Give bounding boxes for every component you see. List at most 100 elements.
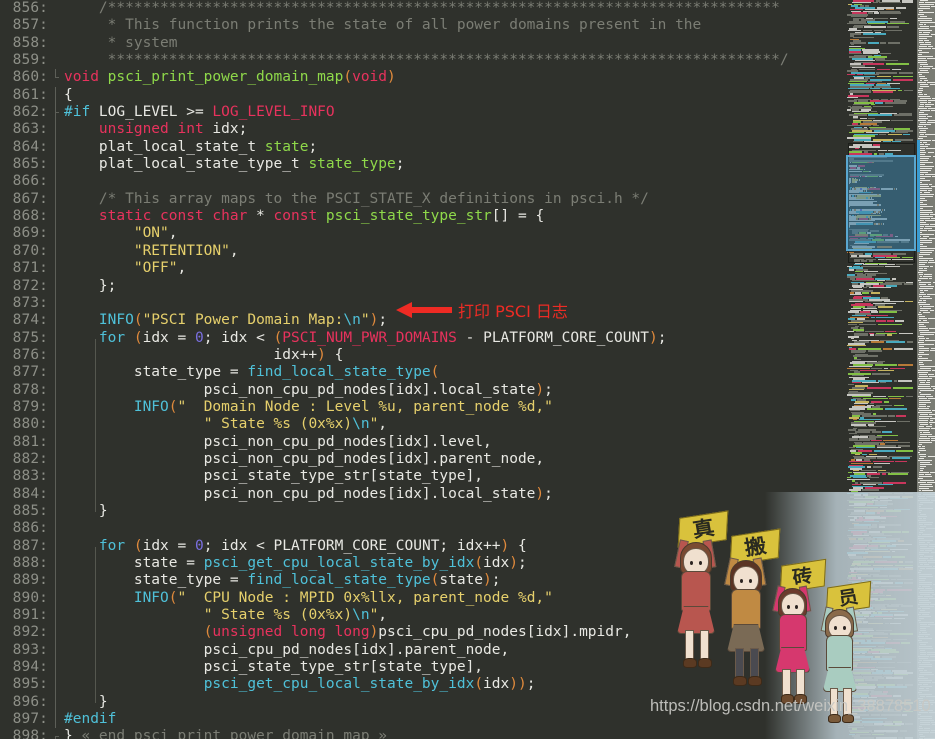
code-text[interactable]: /***************************************… xyxy=(61,0,845,17)
code-line[interactable]: 895: psci_get_cpu_local_state_by_idx(idx… xyxy=(0,676,845,694)
fold-marker-column[interactable] xyxy=(52,156,61,174)
code-text[interactable]: "OFF", xyxy=(61,260,845,277)
code-line[interactable]: 883: psci_state_type_str[state_type], xyxy=(0,468,845,486)
code-text[interactable]: psci_non_cpu_pd_nodes[idx].local_state); xyxy=(61,381,845,399)
fold-marker-column[interactable] xyxy=(52,346,61,365)
fold-marker-column[interactable] xyxy=(52,537,61,555)
code-line[interactable]: 879: INFO(" Domain Node : Level %u, pare… xyxy=(0,398,845,417)
fold-marker-column[interactable] xyxy=(52,0,61,18)
code-text[interactable]: } xyxy=(61,693,845,711)
code-text[interactable]: ****************************************… xyxy=(61,52,845,69)
code-line[interactable]: 881: psci_non_cpu_pd_nodes[idx].level, xyxy=(0,433,845,451)
fold-marker-column[interactable] xyxy=(52,34,61,53)
code-line[interactable]: 897: #endif xyxy=(0,711,845,729)
code-text[interactable]: psci_state_type_str[state_type], xyxy=(61,659,845,677)
code-text[interactable]: void psci_print_power_domain_map(void) xyxy=(61,69,845,86)
fold-marker-column[interactable] xyxy=(52,104,61,122)
fold-marker-column[interactable] xyxy=(52,52,61,70)
code-line[interactable]: 856: /**********************************… xyxy=(0,0,845,18)
fold-marker-column[interactable] xyxy=(52,173,61,191)
code-line[interactable]: 868: static const char * const psci_stat… xyxy=(0,208,845,226)
code-text[interactable]: state_type = find_local_state_type( xyxy=(61,364,845,382)
code-text[interactable]: "ON", xyxy=(61,225,845,242)
code-minimap[interactable] xyxy=(845,0,917,739)
code-text[interactable]: unsigned int idx; xyxy=(61,121,845,138)
code-line[interactable]: 858: * system xyxy=(0,34,845,53)
code-line[interactable]: 889: state_type = find_local_state_type(… xyxy=(0,572,845,590)
code-line[interactable]: 864: plat_local_state_t state; xyxy=(0,138,845,157)
fold-marker-column[interactable] xyxy=(52,17,61,35)
code-text[interactable]: INFO("PSCI Power Domain Map:\n"); xyxy=(61,312,845,329)
code-text[interactable]: state = psci_get_cpu_local_state_by_idx(… xyxy=(61,555,845,573)
code-text[interactable]: * This function prints the state of all … xyxy=(61,17,845,34)
code-text[interactable] xyxy=(61,295,845,312)
code-line[interactable]: 859: ***********************************… xyxy=(0,52,845,70)
code-text[interactable]: * system xyxy=(61,35,845,52)
code-line[interactable]: 861: { xyxy=(0,86,845,105)
fold-marker-column[interactable] xyxy=(52,502,61,521)
code-line[interactable]: 875: for (idx = 0; idx < (PSCI_NUM_PWR_D… xyxy=(0,329,845,347)
fold-marker-column[interactable] xyxy=(52,676,61,694)
code-text[interactable]: for (idx = 0; idx < (PSCI_NUM_PWR_DOMAIN… xyxy=(61,330,845,347)
code-line[interactable]: 876: idx++) { xyxy=(0,346,845,365)
code-line[interactable]: 865: plat_local_state_type_t state_type; xyxy=(0,156,845,174)
fold-marker-column[interactable] xyxy=(52,208,61,226)
code-line[interactable]: 866: xyxy=(0,173,845,191)
code-text[interactable]: INFO(" Domain Node : Level %u, parent_no… xyxy=(61,398,845,417)
fold-marker-column[interactable] xyxy=(52,190,61,209)
fold-marker-column[interactable] xyxy=(52,711,61,729)
minimap-viewport-slider[interactable] xyxy=(846,155,916,251)
document-overview-scrollbar[interactable] xyxy=(917,0,935,739)
code-lines-container[interactable]: 856: /**********************************… xyxy=(0,0,845,739)
fold-marker-column[interactable] xyxy=(52,485,61,503)
code-line[interactable]: 870: "RETENTION", xyxy=(0,242,845,261)
code-line[interactable]: 898:} « end psci_print_power_domain_map … xyxy=(0,728,845,739)
code-line[interactable]: 862: #if LOG_LEVEL >= LOG_LEVEL_INFO xyxy=(0,104,845,122)
code-line[interactable]: 863: unsigned int idx; xyxy=(0,121,845,139)
code-text[interactable]: for (idx = 0; idx < PLATFORM_CORE_COUNT;… xyxy=(61,538,845,555)
code-line[interactable]: 857: * This function prints the state of… xyxy=(0,17,845,35)
code-line[interactable]: 860: void psci_print_power_domain_map(voi… xyxy=(0,69,845,87)
code-text[interactable]: plat_local_state_type_t state_type; xyxy=(61,156,845,173)
fold-marker-column[interactable] xyxy=(52,520,61,538)
code-line[interactable]: 874: INFO("PSCI Power Domain Map:\n"); xyxy=(0,312,845,330)
fold-marker-column[interactable] xyxy=(52,572,61,590)
code-line[interactable]: 871: "OFF", xyxy=(0,260,845,278)
code-text[interactable]: plat_local_state_t state; xyxy=(61,139,845,156)
code-text[interactable]: (unsigned long long)psci_cpu_pd_nodes[id… xyxy=(61,624,845,642)
fold-marker-column[interactable] xyxy=(52,450,61,469)
code-text[interactable]: " State %s (0x%x)\n", xyxy=(61,607,845,625)
code-text[interactable]: psci_non_cpu_pd_nodes[idx].local_state); xyxy=(61,485,845,503)
fold-marker-column[interactable] xyxy=(52,433,61,451)
fold-marker-column[interactable] xyxy=(52,121,61,139)
code-text[interactable]: psci_get_cpu_local_state_by_idx(idx)); xyxy=(61,676,845,694)
code-text[interactable]: " State %s (0x%x)\n", xyxy=(61,416,845,434)
code-line[interactable]: 886: xyxy=(0,520,845,538)
code-text[interactable]: static const char * const psci_state_typ… xyxy=(61,208,845,225)
code-line[interactable]: 867: /* This array maps to the PSCI_STAT… xyxy=(0,190,845,209)
fold-marker-column[interactable] xyxy=(52,641,61,660)
code-line[interactable]: 873: xyxy=(0,294,845,313)
code-line[interactable]: 872: }; xyxy=(0,277,845,295)
code-line[interactable]: 869: "ON", xyxy=(0,225,845,243)
fold-marker-column[interactable] xyxy=(52,329,61,347)
fold-marker-column[interactable] xyxy=(52,416,61,434)
fold-marker-column[interactable] xyxy=(52,260,61,278)
code-text[interactable] xyxy=(61,520,845,537)
code-line[interactable]: 878: psci_non_cpu_pd_nodes[idx].local_st… xyxy=(0,381,845,399)
fold-marker-column[interactable] xyxy=(52,294,61,313)
fold-marker-column[interactable] xyxy=(52,381,61,399)
code-text[interactable] xyxy=(61,173,845,190)
fold-marker-column[interactable] xyxy=(52,86,61,105)
code-text[interactable]: /* This array maps to the PSCI_STATE_X d… xyxy=(61,191,845,208)
fold-marker-column[interactable] xyxy=(52,138,61,157)
code-line[interactable]: 887: for (idx = 0; idx < PLATFORM_CORE_C… xyxy=(0,537,845,555)
code-line[interactable]: 891: " State %s (0x%x)\n", xyxy=(0,607,845,625)
code-text[interactable]: psci_state_type_str[state_type], xyxy=(61,468,845,486)
code-line[interactable]: 892: (unsigned long long)psci_cpu_pd_nod… xyxy=(0,624,845,642)
code-line[interactable]: 882: psci_non_cpu_pd_nodes[idx].parent_n… xyxy=(0,450,845,469)
code-line[interactable]: 884: psci_non_cpu_pd_nodes[idx].local_st… xyxy=(0,485,845,503)
code-line[interactable]: 877: state_type = find_local_state_type( xyxy=(0,364,845,382)
code-text[interactable]: #endif xyxy=(61,711,845,728)
fold-marker-column[interactable] xyxy=(52,624,61,642)
